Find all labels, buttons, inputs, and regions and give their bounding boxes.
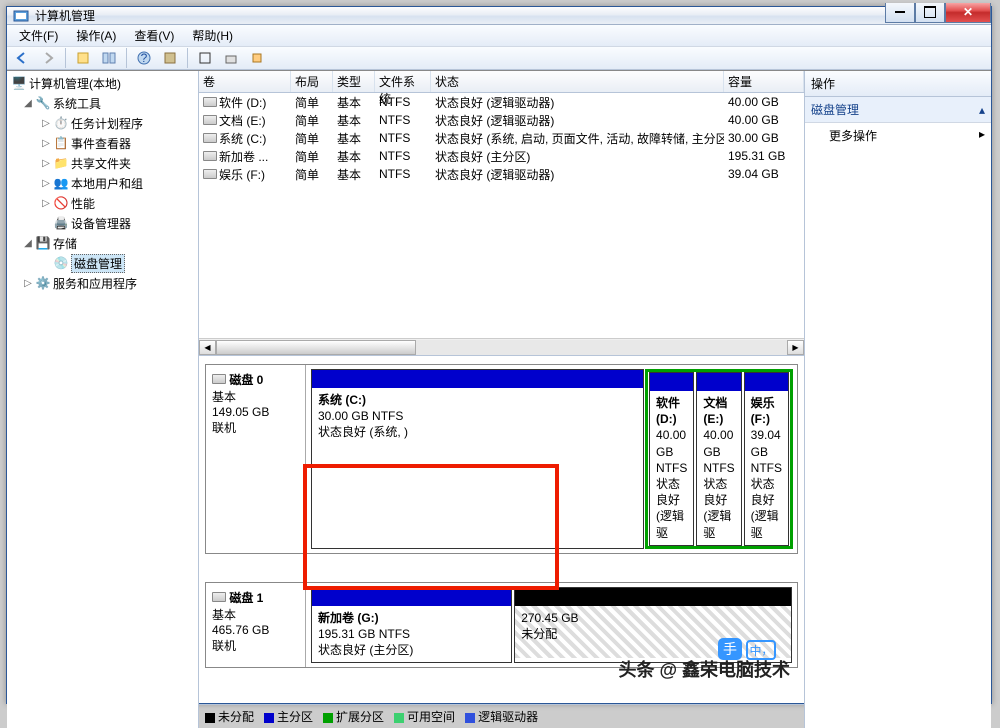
table-row[interactable]: 软件 (D:)简单基本NTFS状态良好 (逻辑驱动器)40.00 GB (199, 93, 804, 111)
actions-section[interactable]: 磁盘管理▴ (805, 97, 991, 123)
tree-device-manager[interactable]: 🖨️设备管理器 (9, 213, 196, 233)
scroll-left-button[interactable]: ◀ (199, 340, 216, 355)
table-row[interactable]: 娱乐 (F:)简单基本NTFS状态良好 (逻辑驱动器)39.04 GB (199, 165, 804, 183)
table-row[interactable]: 新加卷 ...简单基本NTFS状态良好 (主分区)195.31 GB (199, 147, 804, 165)
partition-f[interactable]: 娱乐 (F:)39.04 GB NTFS状态良好 (逻辑驱 (744, 372, 789, 546)
volume-icon (203, 115, 217, 125)
menu-action[interactable]: 操作(A) (68, 25, 124, 46)
partition-c[interactable]: 系统 (C:)30.00 GB NTFS状态良好 (系统, ) (311, 369, 644, 549)
tree-local-users[interactable]: ▷👥本地用户和组 (9, 173, 196, 193)
maximize-button[interactable] (915, 3, 945, 23)
tb-icon-2[interactable] (98, 47, 120, 69)
minimize-button[interactable] (885, 3, 915, 23)
menu-help[interactable]: 帮助(H) (184, 25, 241, 46)
nav-forward-button[interactable] (37, 47, 59, 69)
scroll-thumb[interactable] (216, 340, 416, 355)
disk-0-info: 磁盘 0 基本 149.05 GB 联机 (206, 365, 306, 553)
partition-d[interactable]: 软件 (D:)40.00 GB NTFS状态良好 (逻辑驱 (649, 372, 694, 546)
tree-performance[interactable]: ▷🚫性能 (9, 193, 196, 213)
title-bar[interactable]: 计算机管理 (7, 7, 991, 25)
partition-g[interactable]: 新加卷 (G:)195.31 GB NTFS状态良好 (主分区) (311, 587, 512, 664)
tb-icon-5[interactable] (220, 47, 242, 69)
watermark-text: 头条 @ 鑫荣电脑技术 (618, 656, 790, 682)
col-type[interactable]: 类型 (333, 71, 375, 92)
horizontal-scrollbar[interactable]: ◀ ▶ (199, 338, 804, 355)
volume-table: 卷 布局 类型 文件系统 状态 容量 软件 (D:)简单基本NTFS状态良好 (… (199, 71, 804, 356)
col-filesystem[interactable]: 文件系统 (375, 71, 431, 92)
legend: 未分配 主分区 扩展分区 可用空间 逻辑驱动器 (199, 704, 804, 728)
volume-icon (203, 133, 217, 143)
table-row[interactable]: 系统 (C:)简单基本NTFS状态良好 (系统, 启动, 页面文件, 活动, 故… (199, 129, 804, 147)
volume-icon (203, 97, 217, 107)
tree-disk-management[interactable]: 💿磁盘管理 (9, 253, 196, 273)
close-button[interactable] (945, 3, 991, 23)
tb-icon-1[interactable] (72, 47, 94, 69)
extended-partition-group: 软件 (D:)40.00 GB NTFS状态良好 (逻辑驱 文档 (E:)40.… (645, 369, 793, 549)
menu-file[interactable]: 文件(F) (11, 25, 66, 46)
col-layout[interactable]: 布局 (291, 71, 333, 92)
actions-more[interactable]: 更多操作▸ (805, 123, 991, 148)
tree-shared-folders[interactable]: ▷📁共享文件夹 (9, 153, 196, 173)
collapse-icon: ▴ (979, 103, 985, 117)
actions-header: 操作 (805, 71, 991, 97)
menu-view[interactable]: 查看(V) (126, 25, 182, 46)
tree-system-tools[interactable]: ◢🔧系统工具 (9, 93, 196, 113)
partition-e[interactable]: 文档 (E:)40.00 GB NTFS状态良好 (逻辑驱 (696, 372, 741, 546)
nav-tree[interactable]: 🖥️计算机管理(本地) ◢🔧系统工具 ▷⏱️任务计划程序 ▷📋事件查看器 ▷📁共… (7, 71, 199, 728)
disk-icon (212, 374, 226, 384)
tb-icon-6[interactable] (246, 47, 268, 69)
scroll-right-button[interactable]: ▶ (787, 340, 804, 355)
app-window: 计算机管理 文件(F) 操作(A) 查看(V) 帮助(H) ? 🖥️计算机管理(… (6, 6, 992, 704)
disk-icon (212, 592, 226, 602)
chevron-right-icon: ▸ (979, 127, 985, 144)
col-capacity[interactable]: 容量 (724, 71, 804, 92)
app-icon (13, 8, 29, 24)
nav-back-button[interactable] (11, 47, 33, 69)
volume-icon (203, 151, 217, 161)
actions-panel: 操作 磁盘管理▴ 更多操作▸ (805, 71, 991, 728)
table-row[interactable]: 文档 (E:)简单基本NTFS状态良好 (逻辑驱动器)40.00 GB (199, 111, 804, 129)
col-status[interactable]: 状态 (431, 71, 724, 92)
help-icon[interactable]: ? (133, 47, 155, 69)
tree-services-apps[interactable]: ▷⚙️服务和应用程序 (9, 273, 196, 293)
table-body[interactable]: 软件 (D:)简单基本NTFS状态良好 (逻辑驱动器)40.00 GB文档 (E… (199, 93, 804, 216)
svg-text:?: ? (141, 51, 148, 65)
main-content: 卷 布局 类型 文件系统 状态 容量 软件 (D:)简单基本NTFS状态良好 (… (199, 71, 805, 728)
tree-storage[interactable]: ◢💾存储 (9, 233, 196, 253)
col-volume[interactable]: 卷 (199, 71, 291, 92)
tree-root[interactable]: 🖥️计算机管理(本地) (9, 73, 196, 93)
toolbar: ? (7, 47, 991, 70)
volume-icon (203, 169, 217, 179)
disk-1-info: 磁盘 1 基本 465.76 GB 联机 (206, 583, 306, 668)
disk-layout-area: 磁盘 0 基本 149.05 GB 联机 系统 (C:)30.00 GB NTF… (199, 356, 804, 704)
tree-task-scheduler[interactable]: ▷⏱️任务计划程序 (9, 113, 196, 133)
table-header[interactable]: 卷 布局 类型 文件系统 状态 容量 (199, 71, 804, 93)
disk-0-block[interactable]: 磁盘 0 基本 149.05 GB 联机 系统 (C:)30.00 GB NTF… (205, 364, 798, 554)
window-title: 计算机管理 (35, 7, 885, 24)
tree-event-viewer[interactable]: ▷📋事件查看器 (9, 133, 196, 153)
tb-icon-4[interactable] (194, 47, 216, 69)
tb-icon-3[interactable] (159, 47, 181, 69)
menu-bar: 文件(F) 操作(A) 查看(V) 帮助(H) (7, 25, 991, 47)
